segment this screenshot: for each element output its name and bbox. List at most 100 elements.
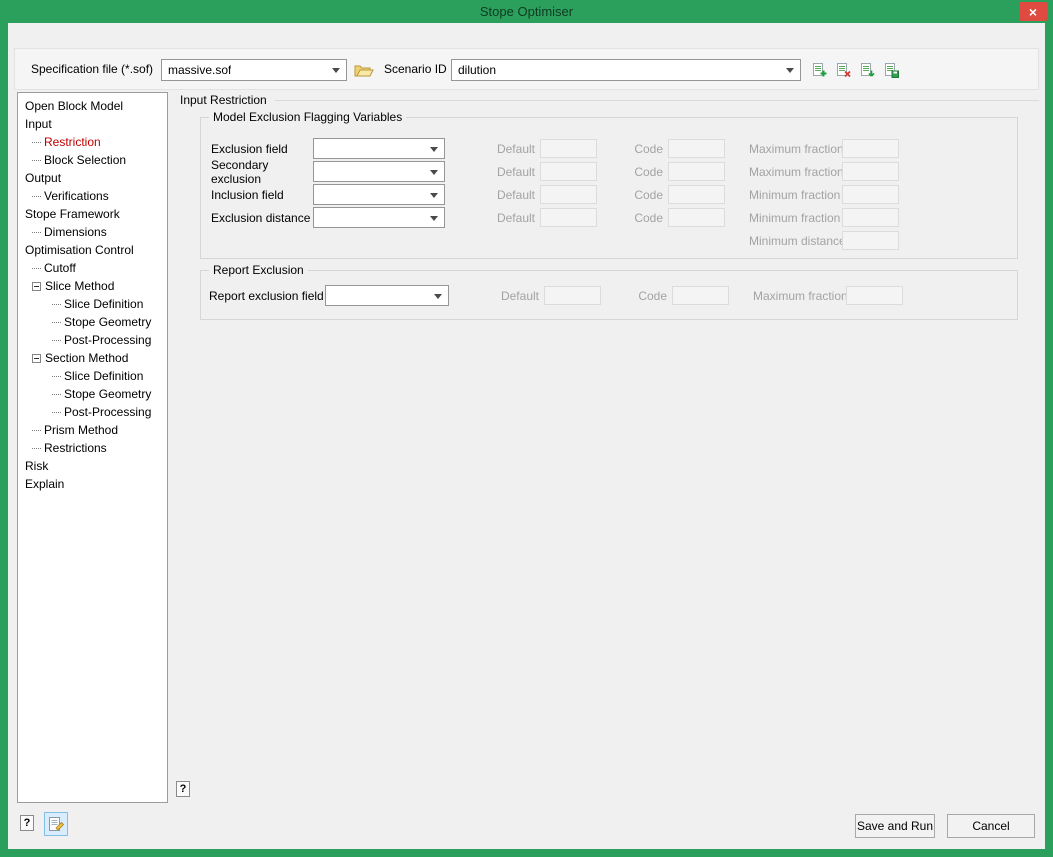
inclusion-field-combo[interactable] [313,184,445,205]
chevron-down-icon [786,68,794,73]
group-title: Report Exclusion [209,263,308,277]
tree-item-label: Prism Method [44,423,118,437]
edit-spec-button[interactable] [44,812,68,836]
row-label: Exclusion distance [201,211,313,225]
default-label: Default [475,211,535,225]
new-scenario-button[interactable] [809,60,829,80]
dialog-help-button[interactable]: ? [20,815,34,831]
tree-item-verifications[interactable]: Verifications [18,187,167,205]
exclusion-field-combo[interactable] [313,138,445,159]
chevron-down-icon [430,216,438,221]
tree-item-label: Post-Processing [64,333,151,347]
tree-item-section-method-slice-definition[interactable]: Slice Definition [18,367,167,385]
save-and-run-button[interactable]: Save and Run [855,814,935,838]
edit-spec-icon [47,815,65,833]
chevron-down-icon [430,147,438,152]
tree-item-slice-method-post-processing[interactable]: Post-Processing [18,331,167,349]
exclusion-distance-combo[interactable] [313,207,445,228]
report-exclusion-row: Report exclusion field Default Code Maxi… [201,284,1017,307]
code-field [672,286,729,305]
open-folder-icon [354,62,374,78]
tree-item-label: Stope Geometry [64,387,151,401]
tree-connector [52,376,61,377]
code-label: Code [629,289,667,303]
tree-item-restriction[interactable]: Restriction [18,133,167,151]
tree-item-risk[interactable]: Risk [18,457,167,475]
exclusion-distance-row: Exclusion distance Default Code Minimum … [201,206,1017,229]
tree-item-optimisation-control[interactable]: Optimisation Control [18,241,167,259]
tree-item-section-method[interactable]: Section Method [18,349,167,367]
tree-item-label: Risk [25,459,48,473]
tree-item-label: Restriction [44,135,101,149]
page-help-button[interactable]: ? [176,781,190,797]
tree-item-slice-method-stope-geometry[interactable]: Stope Geometry [18,313,167,331]
tree-item-input[interactable]: Input [18,115,167,133]
tree-connector [32,430,41,431]
close-icon: × [1029,4,1037,20]
default-label: Default [479,289,539,303]
tree-item-label: Stope Geometry [64,315,151,329]
title-bar: Stope Optimiser × [0,0,1053,23]
secondary-exclusion-combo[interactable] [313,161,445,182]
scenario-id-combo[interactable]: dilution [451,59,801,81]
tree-item-slice-method[interactable]: Slice Method [18,277,167,295]
save-and-run-label: Save and Run [857,819,933,833]
tree-item-section-method-stope-geometry[interactable]: Stope Geometry [18,385,167,403]
tree-item-label: Restrictions [44,441,107,455]
tree-item-label: Output [25,171,61,185]
tree-item-section-method-post-processing[interactable]: Post-Processing [18,403,167,421]
report-exclusion-group: Report Exclusion Report exclusion field … [200,270,1018,320]
fraction-field [842,185,899,204]
tree-item-block-selection[interactable]: Block Selection [18,151,167,169]
tree-item-slice-method-slice-definition[interactable]: Slice Definition [18,295,167,313]
dialog-body: Specification file (*.sof) massive.sof S… [8,23,1045,849]
cancel-button[interactable]: Cancel [947,814,1035,838]
model-exclusion-group: Model Exclusion Flagging Variables Exclu… [200,117,1018,259]
close-button[interactable]: × [1019,2,1047,21]
collapse-icon[interactable] [32,354,41,363]
default-field [540,208,597,227]
spec-file-value: massive.sof [168,63,231,77]
chevron-down-icon [434,294,442,299]
copy-scenario-button[interactable] [881,60,901,80]
fraction-field [846,286,903,305]
delete-scenario-button[interactable] [833,60,853,80]
default-field [540,162,597,181]
tree-item-prism-method[interactable]: Prism Method [18,421,167,439]
tree-item-open-block-model[interactable]: Open Block Model [18,97,167,115]
tree-connector [32,448,41,449]
minimum-distance-field [842,231,899,250]
tree-connector [32,142,41,143]
code-label: Code [625,211,663,225]
chevron-down-icon [332,68,340,73]
chevron-down-icon [430,193,438,198]
scenario-id-label: Scenario ID [384,62,447,76]
tree-item-stope-framework[interactable]: Stope Framework [18,205,167,223]
tree-connector [52,394,61,395]
scenario-id-value: dilution [458,63,496,77]
fraction-field [842,162,899,181]
tree-item-output[interactable]: Output [18,169,167,187]
tree-connector [32,160,41,161]
report-exclusion-field-combo[interactable] [325,285,449,306]
tree-item-label: Dimensions [44,225,107,239]
open-folder-button[interactable] [354,60,374,80]
fraction-label: Maximum fraction [753,289,841,303]
import-scenario-button[interactable] [857,60,877,80]
spec-file-combo[interactable]: massive.sof [161,59,347,81]
default-label: Default [475,142,535,156]
section-header: Input Restriction [180,93,1039,107]
tree-connector [32,268,41,269]
tree-item-restrictions[interactable]: Restrictions [18,439,167,457]
cancel-label: Cancel [972,819,1009,833]
tree-item-cutoff[interactable]: Cutoff [18,259,167,277]
tree-connector [52,322,61,323]
tree-item-label: Open Block Model [25,99,123,113]
default-field [540,139,597,158]
collapse-icon[interactable] [32,282,41,291]
tree-item-explain[interactable]: Explain [18,475,167,493]
fraction-label: Maximum fraction [749,165,837,179]
tree-connector [52,340,61,341]
row-label: Report exclusion field [201,289,325,303]
tree-item-dimensions[interactable]: Dimensions [18,223,167,241]
